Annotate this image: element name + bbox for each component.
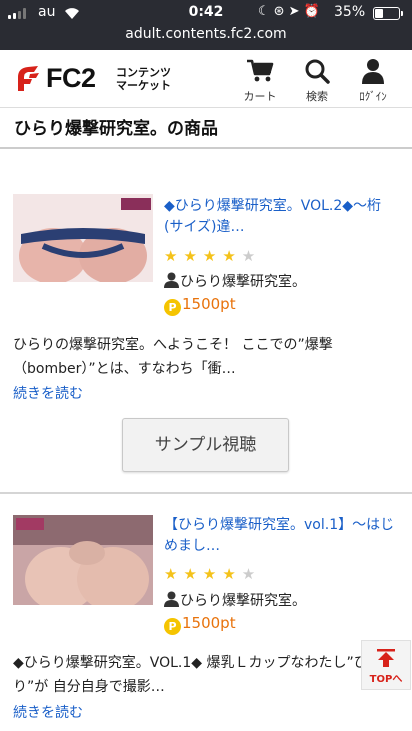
user-icon bbox=[362, 59, 384, 84]
read-more-link[interactable]: 続きを読む bbox=[13, 702, 83, 722]
address-bar[interactable]: adult.contents.fc2.com bbox=[0, 26, 412, 50]
seller-name[interactable]: ひらり爆撃研究室。 bbox=[164, 590, 306, 610]
product-price: P 1500pt bbox=[164, 295, 236, 316]
location-icon: ➤ bbox=[288, 4, 304, 19]
fc2-mark-icon bbox=[18, 66, 39, 91]
cart-label: カート bbox=[243, 90, 277, 103]
product-title-link[interactable]: 【ひらり爆撃研究室。vol.1】〜はじめまし… bbox=[164, 515, 400, 557]
user-icon bbox=[164, 591, 179, 607]
login-button[interactable]: ﾛｸﾞｲﾝ bbox=[349, 58, 397, 104]
arrow-up-icon bbox=[377, 649, 395, 667]
seller-label: ひらり爆撃研究室。 bbox=[180, 274, 306, 290]
top-label: TOPへ bbox=[369, 674, 403, 685]
battery-percent: 35% bbox=[334, 4, 366, 20]
point-coin-icon: P bbox=[164, 618, 181, 635]
rating-stars: ★★★★★ bbox=[164, 247, 262, 265]
page-title: ひらり爆撃研究室。の商品 bbox=[0, 109, 412, 149]
logo-subtitle: コンテンツ マーケット bbox=[116, 66, 171, 92]
logo-subtitle-line1: コンテンツ bbox=[116, 66, 171, 79]
status-icons: ☾⊛➤⏰ bbox=[258, 4, 324, 19]
product-item: ◆ひらり爆撃研究室。VOL.2◆〜桁(サイズ)違… ★★★★★ ひらり爆撃研究室… bbox=[0, 150, 412, 495]
site-header: FC2 コンテンツ マーケット カート 検索 ﾛｸﾞｲﾝ bbox=[0, 50, 412, 108]
seller-name[interactable]: ひらり爆撃研究室。 bbox=[164, 271, 306, 291]
back-to-top-button[interactable]: TOPへ bbox=[361, 640, 411, 690]
status-bar: au 0:42 ☾⊛➤⏰ 35% bbox=[0, 0, 412, 26]
product-thumbnail[interactable] bbox=[13, 515, 153, 605]
search-label: 検索 bbox=[306, 90, 328, 103]
cart-button[interactable]: カート bbox=[236, 58, 284, 104]
price-label: 1500pt bbox=[182, 614, 236, 632]
product-price: P 1500pt bbox=[164, 614, 236, 635]
login-label: ﾛｸﾞｲﾝ bbox=[359, 90, 387, 103]
logo-subtitle-line2: マーケット bbox=[116, 79, 171, 92]
search-button[interactable]: 検索 bbox=[293, 58, 341, 104]
user-icon bbox=[164, 272, 179, 288]
rating-stars: ★★★★★ bbox=[164, 565, 262, 583]
product-item: 【ひらり爆撃研究室。vol.1】〜はじめまし… ★★★★★ ひらり爆撃研究室。 … bbox=[0, 494, 412, 731]
product-description: ◆ひらり爆撃研究室。VOL.1◆ 爆乳Ｌカップなわたし”ひらり”が 自分自身で撮… bbox=[13, 655, 382, 695]
read-more-link[interactable]: 続きを読む bbox=[13, 383, 83, 403]
price-label: 1500pt bbox=[182, 295, 236, 313]
battery-icon bbox=[373, 7, 403, 20]
alarm-icon: ⏰ bbox=[303, 4, 324, 19]
moon-icon: ☾ bbox=[258, 4, 274, 19]
product-thumbnail[interactable] bbox=[13, 194, 153, 282]
point-coin-icon: P bbox=[164, 299, 181, 316]
orientation-lock-icon: ⊛ bbox=[273, 4, 289, 19]
cart-icon bbox=[247, 59, 274, 82]
fc2-logo[interactable]: FC2 コンテンツ マーケット bbox=[12, 63, 192, 97]
seller-label: ひらり爆撃研究室。 bbox=[180, 593, 306, 609]
logo-text: FC2 bbox=[46, 63, 96, 93]
sample-view-button[interactable]: サンプル視聴 bbox=[122, 418, 289, 472]
product-description: ひらりの爆撃研究室。へようこそ！ ここでの”爆撃（bomber）”とは、すなわち… bbox=[13, 337, 333, 377]
product-title-link[interactable]: ◆ひらり爆撃研究室。VOL.2◆〜桁(サイズ)違… bbox=[164, 196, 400, 238]
search-icon bbox=[305, 59, 330, 84]
